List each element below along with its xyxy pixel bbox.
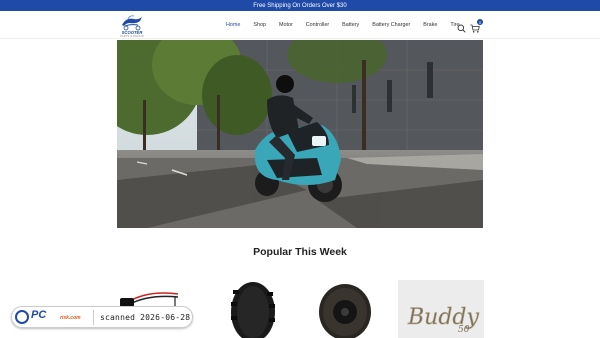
watermark-brand-suffix: risk.com	[60, 315, 81, 321]
announcement-text: Free Shipping On Orders Over $30	[253, 2, 347, 9]
watermark-divider	[93, 310, 94, 325]
main-nav: Home Shop Motor Controller Battery Batte…	[226, 11, 459, 39]
section-title: Popular This Week	[253, 246, 347, 258]
pcrisk-watermark: PC risk.com scanned 2026-06-28	[11, 306, 193, 328]
watermark-scan-text: scanned 2026-06-28	[100, 313, 191, 322]
nav-item-shop[interactable]: Shop	[253, 22, 266, 28]
product-image: Buddy 50	[398, 280, 484, 338]
product-card[interactable]	[302, 280, 388, 338]
hero-banner[interactable]	[117, 40, 483, 228]
nav-item-controller[interactable]: Controller	[306, 22, 329, 28]
hero-image	[117, 40, 483, 228]
nav-item-brake[interactable]: Brake	[423, 22, 437, 28]
site-header: SCOOTER PARTS & REPAIR Home Shop Motor C…	[0, 11, 600, 39]
pcrisk-logo-icon	[15, 310, 29, 324]
scooter-logo-icon	[122, 15, 142, 31]
search-icon[interactable]	[457, 20, 466, 33]
nav-item-battery[interactable]: Battery	[342, 22, 359, 28]
product-image	[319, 284, 371, 338]
nav-item-battery-charger[interactable]: Battery Charger	[372, 22, 410, 28]
product-card[interactable]: Buddy 50	[398, 280, 484, 338]
cart-count-badge: 0	[477, 19, 483, 25]
nav-item-motor[interactable]: Motor	[279, 22, 293, 28]
watermark-brand: PC	[31, 309, 47, 321]
product-image	[231, 282, 275, 338]
announcement-bar: Free Shipping On Orders Over $30	[0, 0, 600, 11]
svg-text:50: 50	[458, 325, 470, 335]
logo-tagline: PARTS & REPAIR	[120, 35, 144, 38]
product-card[interactable]	[210, 280, 296, 338]
nav-item-home[interactable]: Home	[226, 22, 240, 28]
